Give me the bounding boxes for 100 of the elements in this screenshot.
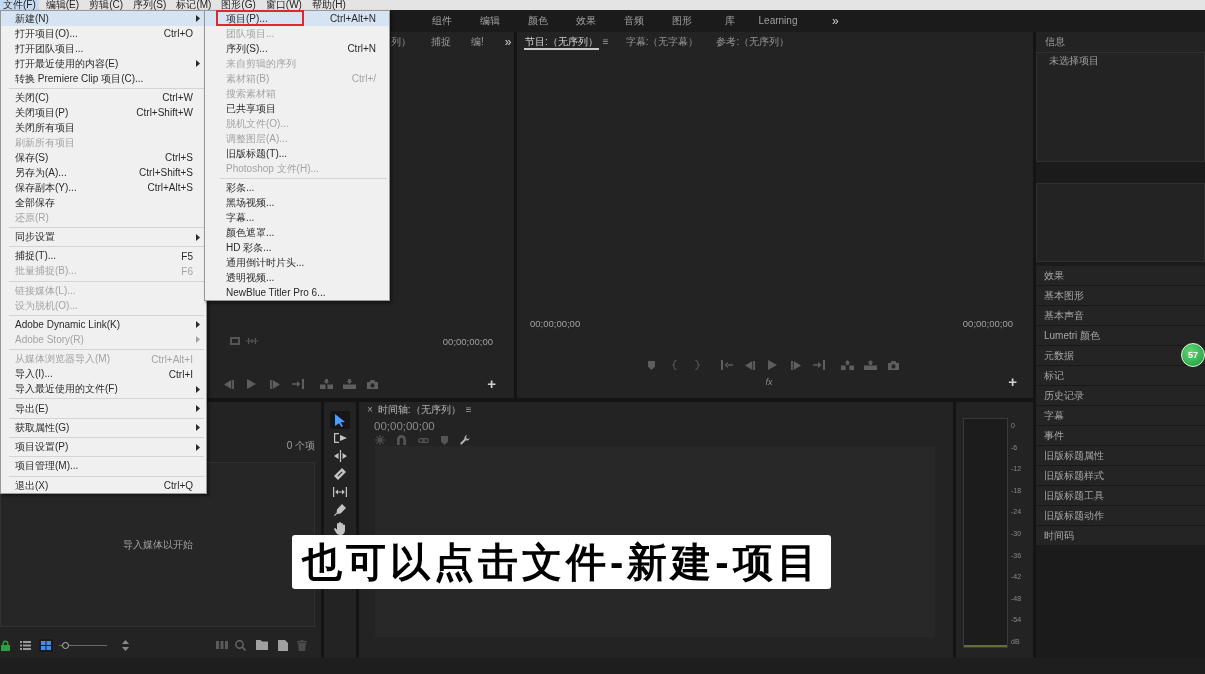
trash-icon[interactable] [297,639,307,651]
menu-item[interactable]: 获取属性(G) [1,420,206,436]
workspace-tab[interactable]: 库 [706,11,754,31]
menu-item[interactable]: 打开团队项目... [1,41,206,56]
arrow-icon[interactable] [335,413,345,427]
menu-title[interactable]: 文件(F) [0,0,39,10]
step-forward-icon[interactable] [790,360,801,370]
workspace-tab[interactable]: 音频 [610,11,658,31]
panel-menu-button[interactable]: ≡ [465,404,472,416]
brace-close-icon[interactable] [695,360,700,370]
step-forward-icon[interactable] [269,379,280,389]
play-icon[interactable] [247,379,256,389]
menu-item[interactable]: 颜色遮罩... [205,225,389,241]
workspace-tab[interactable]: 编辑 [466,11,514,31]
play-icon[interactable] [768,360,777,370]
workspace-tab[interactable]: 颜色 [514,11,562,31]
panel-list-item[interactable]: 旧版标题属性 [1036,446,1179,466]
overwrite-icon[interactable] [343,379,356,389]
panel-tab[interactable]: 编! [470,34,485,50]
close-button[interactable]: × [367,404,373,416]
step-back-icon[interactable] [223,379,234,389]
panel-tab[interactable]: 列） [390,34,412,50]
menu-title[interactable]: 标记(M) [173,0,215,10]
panel-tab[interactable]: 节目:（无序列） [524,34,599,50]
marker-icon[interactable] [648,360,655,370]
brace-open-icon[interactable] [672,360,677,370]
hand-icon[interactable] [334,521,346,535]
columns-icon[interactable] [216,641,228,649]
waveform-icon[interactable] [246,338,258,344]
slip-icon[interactable] [333,487,347,497]
panel-list-item[interactable]: 效果 [1036,266,1179,286]
extract-icon[interactable] [864,360,877,370]
panel-list-item[interactable]: 旧版标题动作 [1036,506,1179,526]
menu-title[interactable]: 帮助(H) [308,0,349,10]
panel-tab[interactable]: 字幕:（无字幕） [624,34,700,50]
menu-title[interactable]: 图形(G) [218,0,259,10]
tool-button[interactable] [330,411,350,429]
panel-list-item[interactable]: 事件 [1036,426,1179,446]
track-select-icon[interactable] [333,433,347,443]
menu-item[interactable]: 捕捉(T)... F5 [1,248,206,264]
link-icon[interactable] [418,437,429,443]
menu-item[interactable]: 保存(S) Ctrl+S [1,150,206,166]
info-tab[interactable]: 信息 [1045,35,1065,49]
panel-list-item[interactable]: 基本声音 [1036,306,1179,326]
menu-item[interactable]: 项目设置(P) [1,439,206,455]
workspace-tab[interactable]: 图形 [658,11,706,31]
more-button[interactable]: » [832,14,839,28]
menu-item[interactable]: 导入最近使用的文件(F) [1,381,206,397]
lock-icon[interactable] [1,639,10,651]
menu-item[interactable]: 透明视频... [205,270,389,286]
menu-item[interactable]: 新建(N) [1,11,206,26]
slider-thumb[interactable] [62,641,70,649]
search-icon[interactable] [235,639,246,651]
menu-item[interactable]: 关闭所有项目 [1,120,206,136]
menu-item[interactable]: 序列(S)... Ctrl+N [205,41,389,56]
menu-item[interactable]: 转换 Premiere Clip 项目(C)... [1,71,206,86]
workspace-tab[interactable]: 组件 [418,11,466,31]
marker-icon[interactable] [441,435,448,445]
menu-item[interactable]: Adobe Dynamic Link(K) [1,317,206,333]
menu-item[interactable]: 打开最近使用的内容(E) [1,56,206,71]
menu-item[interactable]: 退出(X) Ctrl+Q [1,478,206,494]
magnet-icon[interactable] [397,435,406,445]
workspace-tab[interactable]: Learning [754,11,802,31]
lift-icon[interactable] [841,360,854,370]
more-button[interactable]: » [504,35,512,49]
menu-title[interactable]: 编辑(E) [42,0,83,10]
menu-item[interactable]: 关闭项目(P) Ctrl+Shift+W [1,105,206,121]
panel-list-item[interactable]: Lumetri 颜色 [1036,326,1179,346]
asterisk-icon[interactable] [375,435,385,445]
menu-item[interactable]: 旧版标题(T)... [205,146,389,161]
menu-item[interactable]: 字幕... [205,210,389,226]
add-button[interactable]: + [1008,375,1017,389]
panel-list-item[interactable]: 旧版标题工具 [1036,486,1179,506]
panel-list-item[interactable]: 字幕 [1036,406,1179,426]
menu-item[interactable]: 导入(I)... Ctrl+I [1,366,206,382]
frame-icon[interactable] [230,337,240,345]
go-to-in-icon[interactable] [720,360,733,370]
insert-icon[interactable] [320,379,333,389]
add-button[interactable]: + [487,377,496,391]
panel-list-item[interactable]: 标记 [1036,366,1179,386]
go-to-out-icon[interactable] [812,360,825,370]
panel-tab[interactable]: 捕捉 [430,34,452,50]
folder-icon[interactable] [256,640,268,650]
wrench-icon[interactable] [460,435,470,445]
menu-item[interactable]: HD 彩条... [205,240,389,256]
menu-item[interactable]: 导出(E) [1,401,206,417]
menu-item[interactable]: 另存为(A)... Ctrl+Shift+S [1,165,206,181]
pen-icon[interactable] [334,504,346,516]
step-back-icon[interactable] [744,360,755,370]
menu-item[interactable]: 打开项目(O)... Ctrl+O [1,26,206,41]
page-icon[interactable] [278,639,288,651]
panel-tab[interactable]: 参考:（无序列） [715,34,791,50]
panel-list-item[interactable]: 基本图形 [1036,286,1179,306]
menu-item[interactable]: 保存副本(Y)... Ctrl+Alt+S [1,180,206,196]
panel-menu-button[interactable]: ≡ [602,36,609,48]
panel-tab[interactable]: 时间轴:（无序列） [377,403,461,417]
menu-item[interactable]: 彩条... [205,180,389,196]
menu-item[interactable]: 关闭(C) Ctrl+W [1,90,206,106]
camera-icon[interactable] [367,379,378,389]
menu-title[interactable]: 序列(S) [130,0,170,10]
